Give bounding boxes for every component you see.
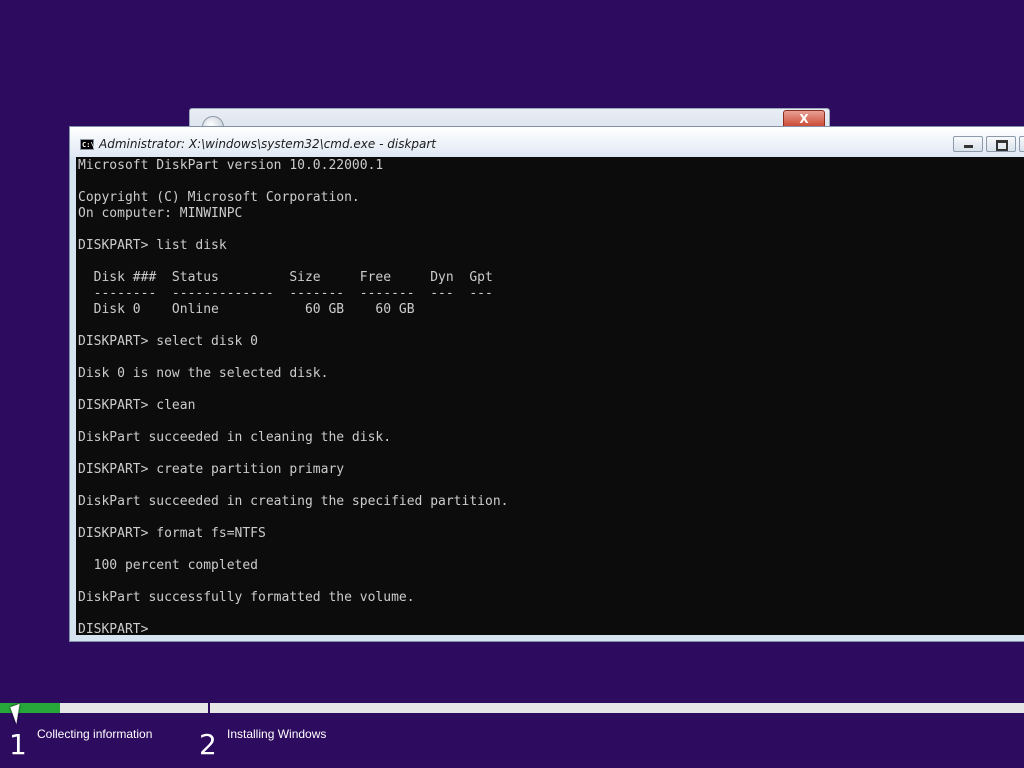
step-label: Installing Windows	[227, 727, 327, 741]
console-output[interactable]: Microsoft DiskPart version 10.0.22000.1 C…	[76, 157, 1024, 635]
cmd-titlebar[interactable]: C:\. Administrator: X:\windows\system32\…	[70, 127, 1024, 157]
console-line: Copyright (C) Microsoft Corporation.	[78, 190, 360, 205]
console-line: Disk 0 is now the selected disk.	[78, 366, 329, 381]
setup-progress-bar	[0, 703, 1024, 713]
desktop: X C:\. Administrator: X:\windows\system3…	[0, 0, 1024, 768]
console-line: DISKPART> format fs=NTFS	[78, 526, 266, 541]
console-line: DISKPART> clean	[78, 398, 196, 413]
console-line: DISKPART> select disk 0	[78, 334, 259, 349]
console-line: DiskPart succeeded in cleaning the disk.	[78, 430, 392, 445]
console-line: DISKPART> create partition primary	[78, 462, 345, 477]
console-line: Disk ### Status Size Free Dyn Gpt	[78, 270, 493, 285]
progress-step-collecting-fill	[0, 703, 61, 713]
console-line: DiskPart succeeded in creating the speci…	[78, 494, 509, 509]
console-line: Disk 0 Online 60 GB 60 GB	[78, 302, 415, 317]
cmd-window-title: Administrator: X:\windows\system32\cmd.e…	[99, 137, 437, 151]
console-line: DISKPART> list disk	[78, 238, 227, 253]
console-line: DISKPART>	[78, 622, 157, 635]
cmd-window: C:\. Administrator: X:\windows\system32\…	[69, 126, 1024, 642]
console-line: -------- ------------- ------- ------- -…	[78, 286, 493, 301]
minimize-button[interactable]	[953, 136, 983, 152]
step-label: Collecting information	[37, 727, 153, 741]
console-line: Microsoft DiskPart version 10.0.22000.1	[78, 158, 384, 173]
console-line: On computer: MINWINPC	[78, 206, 243, 221]
close-button[interactable]	[1019, 136, 1024, 152]
maximize-button[interactable]	[986, 136, 1016, 152]
step-number: 1	[9, 728, 27, 761]
console-line: 100 percent completed	[78, 558, 259, 573]
progress-divider	[208, 703, 210, 713]
cmd-icon: C:\.	[80, 139, 99, 150]
console-line: DiskPart successfully formatted the volu…	[78, 590, 415, 605]
progress-step-collecting	[0, 703, 208, 713]
step-number: 2	[199, 728, 217, 761]
